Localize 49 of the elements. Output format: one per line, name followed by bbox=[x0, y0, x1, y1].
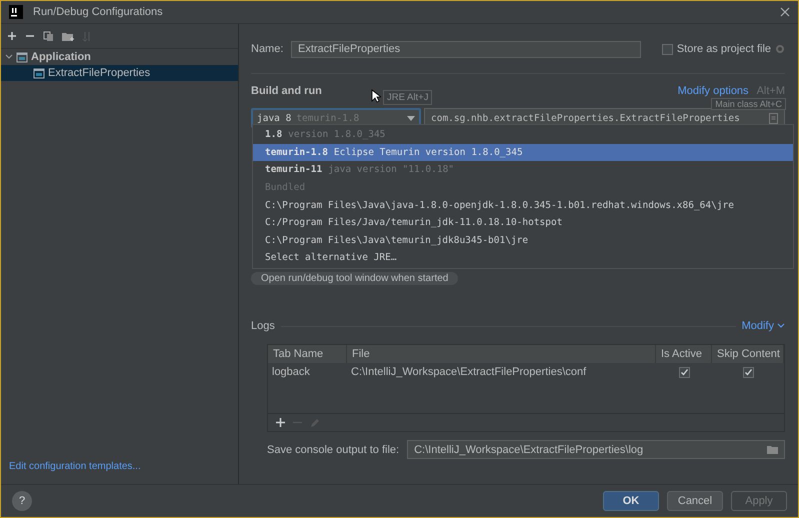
tree-item[interactable]: Application bbox=[1, 49, 238, 65]
log-file-field[interactable]: C:\IntelliJ_Workspace\ExtractFileProperties\log bbox=[407, 440, 785, 459]
add-icon[interactable] bbox=[276, 418, 285, 427]
checkbox-label: Store as project file bbox=[676, 43, 771, 55]
window-icon bbox=[16, 52, 28, 62]
column-header[interactable]: File bbox=[347, 345, 656, 363]
column-header[interactable]: Skip Content bbox=[712, 345, 784, 363]
jre-option[interactable]: C:/Program Files/Java/temurin_jdk-11.0.18.10-hotspot bbox=[253, 214, 793, 232]
jre-option[interactable]: temurin-1.8 Eclipse Temurin version 1.8.0_345 bbox=[253, 144, 793, 162]
dialog-button[interactable]: Cancel bbox=[667, 491, 723, 511]
jre-option[interactable]: C:\Program Files\Java\java-1.8.0-openjdk-1.8.0.345-1.b01.redhat.windows.x86_64\jre bbox=[253, 196, 793, 214]
caret-icon bbox=[407, 116, 415, 120]
folder-icon[interactable] bbox=[62, 30, 74, 42]
close-icon[interactable] bbox=[780, 7, 790, 17]
dialog-button[interactable]: OK bbox=[603, 491, 659, 511]
templates-link[interactable]: Edit configuration templates... bbox=[1, 461, 238, 484]
window-title: Run/Debug Configurations bbox=[33, 6, 163, 18]
table-cell-text: logback bbox=[271, 365, 311, 380]
checkbox[interactable] bbox=[678, 366, 690, 378]
table-cell-text: C:\IntelliJ_Workspace\ExtractFileProperties\conf bbox=[350, 365, 588, 380]
tooltip: Main class Alt+C bbox=[711, 98, 786, 110]
checkbox[interactable] bbox=[662, 44, 673, 54]
modify-options-link[interactable]: Modify options bbox=[678, 85, 749, 97]
add-icon[interactable] bbox=[7, 31, 17, 41]
copy-icon[interactable] bbox=[43, 30, 54, 42]
help-button[interactable]: ? bbox=[12, 491, 32, 511]
section-title: Build and run bbox=[251, 85, 322, 97]
field-label: Name: bbox=[251, 43, 284, 55]
field-value: C:\IntelliJ_Workspace\ExtractFileProperties\log bbox=[414, 444, 644, 456]
window-icon bbox=[33, 68, 45, 78]
cursor-icon bbox=[371, 89, 381, 103]
name-field[interactable]: ExtractFileProperties bbox=[291, 40, 641, 58]
checkbox[interactable] bbox=[742, 366, 754, 378]
jre-option[interactable]: Select alternative JRE… bbox=[253, 249, 793, 267]
jre-option[interactable]: 1.8 version 1.8.0_345 bbox=[253, 126, 793, 144]
jre-option[interactable]: C:\Program Files\Java\temurin_jdk8u345-b01\jre bbox=[253, 232, 793, 250]
column-header[interactable]: Tab Name bbox=[268, 345, 347, 363]
chevron-down-icon bbox=[5, 53, 13, 61]
column-header[interactable]: Is Active bbox=[656, 345, 712, 363]
jre-option[interactable]: temurin-11 java version "11.0.18" bbox=[253, 161, 793, 179]
tree-item[interactable]: ExtractFileProperties bbox=[1, 65, 238, 81]
section-title: Logs bbox=[251, 320, 275, 332]
field-label: Save console output to file: bbox=[267, 444, 400, 456]
modify-link[interactable]: Modify bbox=[742, 320, 785, 332]
option-chip[interactable]: Open run/debug tool window when started bbox=[251, 272, 458, 285]
field-value: com.sg.nhb.extractFileProperties.ExtractFileProperties bbox=[431, 112, 740, 124]
app-logo-icon bbox=[9, 5, 23, 19]
tooltip: JRE Alt+J bbox=[383, 90, 432, 105]
chevron-down-icon bbox=[777, 323, 785, 329]
